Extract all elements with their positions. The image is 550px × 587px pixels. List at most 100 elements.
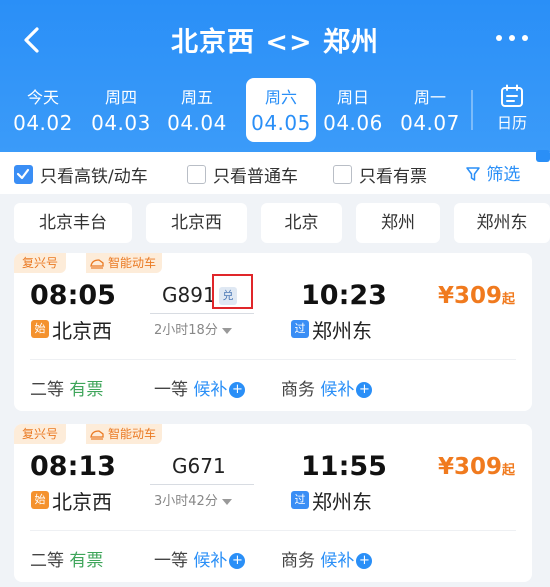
page-title: 北京西 <> 郑州 <box>170 27 380 58</box>
station-chip[interactable]: 北京西 <box>146 203 247 243</box>
plus-icon[interactable]: + <box>229 382 246 398</box>
plus-icon[interactable]: + <box>356 382 373 398</box>
train-card[interactable]: 复兴号 智能动车 08:13 始 北京西 G671 3小时42分 11:55 过… <box>14 424 532 582</box>
checkbox-unchecked[interactable] <box>187 165 206 184</box>
arrival-time: 10:23 <box>301 280 387 311</box>
calendar-divider <box>471 90 473 130</box>
date-value: 04.04 <box>167 111 227 135</box>
departure-station: 北京西 <box>52 319 112 343</box>
check-icon <box>16 168 30 180</box>
date-value: 04.02 <box>13 111 73 135</box>
train-line <box>150 313 254 314</box>
date-tab-sun[interactable]: 周日 04.06 <box>318 78 388 142</box>
duration[interactable]: 3小时42分 <box>154 490 232 509</box>
seat-business-class[interactable]: 商务 候补 + <box>281 546 373 571</box>
caret-down-icon <box>221 498 232 505</box>
screen-label: 筛选 <box>486 165 521 185</box>
smart-emu-tag: 智能动车 <box>86 424 163 444</box>
card-divider <box>30 359 516 360</box>
departure-station: 北京西 <box>52 490 112 514</box>
train-icon <box>90 259 104 269</box>
seat-class: 二等 <box>30 380 64 400</box>
smart-emu-label: 智能动车 <box>108 256 157 270</box>
station-chip[interactable]: 北京 <box>261 203 342 243</box>
calendar-label: 日历 <box>496 114 527 132</box>
caret-down-icon <box>221 327 232 334</box>
filter-label: 只看高铁/动车 <box>40 167 148 187</box>
smart-emu-tag: 智能动车 <box>86 253 163 273</box>
seat-status: 候补 <box>320 380 355 400</box>
card-divider <box>30 530 516 531</box>
arrival-time: 11:55 <box>301 451 387 482</box>
filter-label: 只看有票 <box>359 167 427 187</box>
fuxing-tag: 复兴号 <box>14 424 67 444</box>
station-chip[interactable]: 郑州东 <box>454 203 550 243</box>
date-tab-thu[interactable]: 周四 04.03 <box>86 78 156 142</box>
duration-text: 2小时18分 <box>154 323 218 338</box>
departure-time: 08:13 <box>30 451 116 482</box>
origin-badge: 始 <box>31 491 49 509</box>
price: ¥309起 <box>438 454 515 480</box>
header-bar: 北京西 <> 郑州 今天 04.02 周四 04.03 周五 04.04 周六 … <box>0 0 550 152</box>
arrival-station: 郑州东 <box>312 319 372 343</box>
filter-icon <box>466 167 480 181</box>
station-chip[interactable]: 北京丰台 <box>14 203 132 243</box>
price-suffix: 起 <box>502 292 516 307</box>
seat-status: 候补 <box>193 380 228 400</box>
highlight-box <box>212 274 253 309</box>
screen-button[interactable]: 筛选 <box>465 160 520 185</box>
filter-label: 只看普通车 <box>213 167 298 187</box>
calendar-button[interactable]: 日历 <box>480 84 544 144</box>
origin-badge: 始 <box>31 320 49 338</box>
seat-second-class[interactable]: 二等 有票 <box>30 546 103 571</box>
date-weekday: 今天 <box>26 88 59 107</box>
station-chip[interactable]: 郑州 <box>356 203 440 243</box>
date-tab-mon[interactable]: 周一 04.07 <box>395 78 465 142</box>
price: ¥309起 <box>438 283 515 309</box>
seat-class: 商务 <box>281 551 315 571</box>
station-chips: 北京丰台 北京西 北京 郑州 郑州东 <box>14 203 550 243</box>
date-weekday: 周六 <box>264 88 297 107</box>
seat-status: 有票 <box>69 380 104 400</box>
plus-icon[interactable]: + <box>356 553 373 569</box>
date-tab-fri[interactable]: 周五 04.04 <box>162 78 232 142</box>
date-value: 04.06 <box>323 111 383 135</box>
date-value: 04.03 <box>91 111 151 135</box>
seat-business-class[interactable]: 商务 候补 + <box>281 375 373 400</box>
calendar-icon <box>501 84 523 107</box>
price-value: ¥309 <box>438 454 503 480</box>
date-weekday: 周一 <box>413 88 446 107</box>
departure-time: 08:05 <box>30 280 116 311</box>
date-weekday: 周四 <box>104 88 137 107</box>
train-card[interactable]: 复兴号 智能动车 08:05 始 北京西 G891 兑 2小时18分 10:23… <box>14 253 532 411</box>
plus-icon[interactable]: + <box>229 553 246 569</box>
train-line <box>150 484 254 485</box>
seat-first-class[interactable]: 一等 候补 + <box>154 375 246 400</box>
pass-badge: 过 <box>291 320 309 338</box>
seat-status: 候补 <box>193 551 228 571</box>
smart-emu-label: 智能动车 <box>108 427 157 441</box>
checkbox-unchecked[interactable] <box>333 165 352 184</box>
seat-first-class[interactable]: 一等 候补 + <box>154 546 246 571</box>
duration[interactable]: 2小时18分 <box>154 319 232 338</box>
seat-class: 一等 <box>154 551 188 571</box>
date-tab-sat-selected[interactable]: 周六 04.05 <box>246 78 316 142</box>
seat-status: 候补 <box>320 551 355 571</box>
date-value: 04.07 <box>400 111 460 135</box>
train-number: G891 <box>162 283 216 307</box>
seat-class: 二等 <box>30 551 64 571</box>
duration-text: 3小时42分 <box>154 494 218 509</box>
fuxing-tag: 复兴号 <box>14 253 67 273</box>
more-dots-icon[interactable] <box>494 28 530 48</box>
arrival-station: 郑州东 <box>312 490 372 514</box>
price-value: ¥309 <box>438 283 503 309</box>
date-tab-today[interactable]: 今天 04.02 <box>8 78 78 142</box>
pass-badge: 过 <box>291 491 309 509</box>
checkbox-checked[interactable] <box>14 165 33 184</box>
price-suffix: 起 <box>502 463 516 478</box>
seat-second-class[interactable]: 二等 有票 <box>30 375 103 400</box>
train-number: G671 <box>172 454 226 478</box>
seat-status: 有票 <box>69 551 104 571</box>
seat-class: 一等 <box>154 380 188 400</box>
seat-class: 商务 <box>281 380 315 400</box>
